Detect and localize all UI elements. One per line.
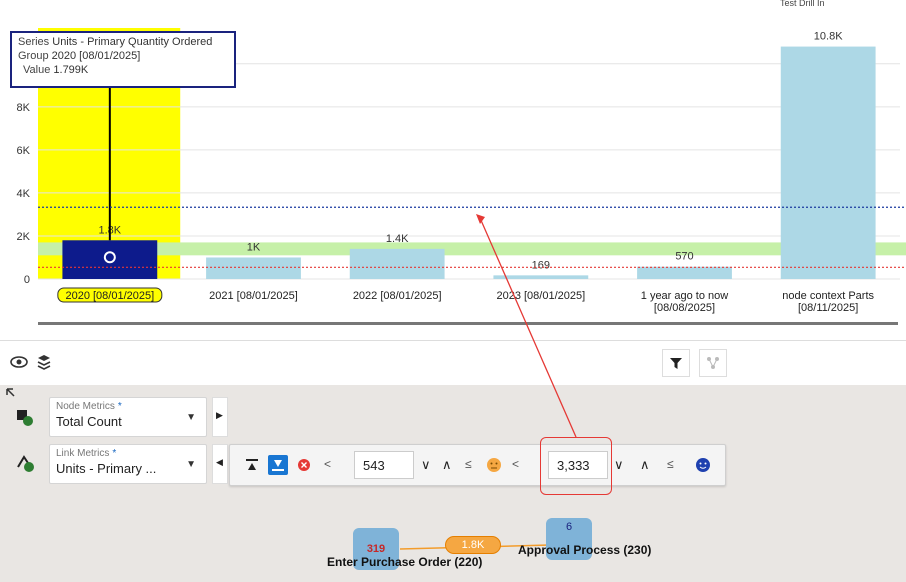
- drill-in-label[interactable]: Test Drill In: [780, 0, 825, 8]
- y-tick-label: 8K: [17, 102, 31, 114]
- tooltip-value-value: 1.799K: [53, 64, 89, 76]
- lower-threshold-input[interactable]: 543: [354, 451, 414, 479]
- tooltip-group-key: Group: [18, 50, 49, 62]
- x-tick-label: 1 year ago to now: [641, 290, 729, 302]
- less-equal-glyph: ≤: [465, 457, 472, 471]
- eye-icon[interactable]: [10, 355, 28, 369]
- threshold-controls: < 543 ∨ ∧ ≤ < 3,333 ∨ ∧ ≤: [229, 444, 726, 486]
- bar: [493, 275, 589, 279]
- node-label-approval-process: Approval Process (230): [518, 543, 652, 557]
- link-metrics-select[interactable]: Link Metrics * Units - Primary ... ▼: [49, 444, 207, 484]
- tooltip-series-row: Series Units - Primary Quantity Ordered: [18, 35, 228, 49]
- node-metrics-value: Total Count: [56, 414, 122, 429]
- tooltip-group-value: 2020 [08/01/2025]: [51, 50, 141, 62]
- bar-data-label: 1.4K: [386, 233, 409, 245]
- happy-face-icon[interactable]: [695, 457, 711, 473]
- bar-data-label: 570: [675, 251, 693, 263]
- horizontal-scrollbar: [38, 322, 898, 325]
- clear-button[interactable]: [294, 455, 314, 475]
- align-top-button[interactable]: [242, 455, 262, 475]
- bar-data-label: 169: [532, 259, 550, 271]
- chart-panel: 02K4K6K8K10K1.8K2020 [08/01/2025]1K2021 …: [0, 0, 906, 340]
- y-tick-label: 2K: [17, 231, 31, 243]
- tooltip-series-value: Units - Primary Quantity Ordered: [52, 36, 213, 48]
- caret-left-icon: ◀: [216, 457, 223, 467]
- bar: [206, 257, 301, 279]
- node-label-enter-purchase-order: Enter Purchase Order (220): [327, 555, 483, 569]
- graph-icon: [707, 357, 719, 369]
- filter-icon: [670, 358, 682, 369]
- decrease-lower-button[interactable]: ∨: [421, 457, 431, 473]
- threshold-band: [38, 242, 906, 256]
- y-tick-label: 6K: [17, 145, 31, 157]
- x-tick-label: 2021 [08/01/2025]: [209, 290, 298, 302]
- link-metrics-icon: [17, 455, 34, 472]
- tooltip-value-key: Value: [23, 64, 51, 76]
- neutral-face-icon[interactable]: [486, 457, 502, 473]
- x-tick-label: 2023 [08/01/2025]: [496, 290, 585, 302]
- decrease-upper-button[interactable]: ∨: [614, 457, 624, 473]
- link-metrics-label: Link Metrics *: [56, 448, 117, 459]
- node-metrics-icon: [17, 410, 33, 426]
- layers-icon[interactable]: [36, 353, 52, 371]
- y-tick-label: 0: [24, 274, 30, 286]
- view-toolbar: [0, 340, 906, 385]
- node-metrics-select[interactable]: Node Metrics * Total Count ▼: [49, 397, 207, 437]
- x-tick-label: [08/08/2025]: [654, 302, 715, 314]
- clear-icon: [298, 459, 310, 471]
- bar: [780, 46, 876, 279]
- align-bottom-icon: [272, 460, 284, 471]
- x-tick-label: node context Parts: [782, 290, 874, 302]
- align-bottom-button[interactable]: [268, 455, 288, 475]
- less-than-glyph-2: <: [512, 457, 520, 471]
- collapse-arrow-icon[interactable]: [6, 388, 16, 398]
- graph-layout-button[interactable]: [699, 349, 727, 377]
- y-tick-label: 4K: [17, 188, 31, 200]
- x-tick-label: 2020 [08/01/2025]: [65, 290, 154, 302]
- less-equal-glyph-2: ≤: [667, 457, 674, 471]
- less-than-glyph: <: [324, 457, 332, 471]
- link-metrics-collapse-button[interactable]: ◀: [212, 444, 228, 484]
- node-count: 319: [366, 543, 386, 555]
- chevron-down-icon: ▼: [186, 412, 196, 423]
- node-count: 6: [565, 521, 573, 533]
- align-top-icon: [246, 459, 258, 470]
- x-tick-label: [08/11/2025]: [798, 302, 858, 314]
- caret-right-icon: ▶: [216, 410, 223, 420]
- bar-data-label: 10.8K: [814, 31, 843, 43]
- chevron-down-icon: ▼: [186, 459, 196, 470]
- filter-button[interactable]: [662, 349, 690, 377]
- bar: [637, 266, 732, 279]
- tooltip-value-row: Value 1.799K: [18, 63, 228, 77]
- increase-upper-button[interactable]: ∧: [640, 457, 650, 473]
- bar: [349, 248, 445, 279]
- link-metrics-value: Units - Primary ...: [56, 461, 157, 476]
- node-metrics-expand-button[interactable]: ▶: [212, 397, 228, 437]
- tooltip-series-key: Series: [18, 36, 50, 48]
- process-link-badge[interactable]: 1.8K: [445, 536, 501, 554]
- tooltip-group-row: Group 2020 [08/01/2025]: [18, 49, 228, 63]
- bar: [62, 240, 158, 279]
- chart-tooltip: Series Units - Primary Quantity Ordered …: [10, 31, 236, 88]
- increase-lower-button[interactable]: ∧: [442, 457, 452, 473]
- bar-data-label: 1K: [247, 241, 261, 253]
- annotation-highlight-box: [540, 437, 612, 495]
- node-metrics-label: Node Metrics *: [56, 401, 122, 412]
- x-tick-label: 2022 [08/01/2025]: [353, 290, 442, 302]
